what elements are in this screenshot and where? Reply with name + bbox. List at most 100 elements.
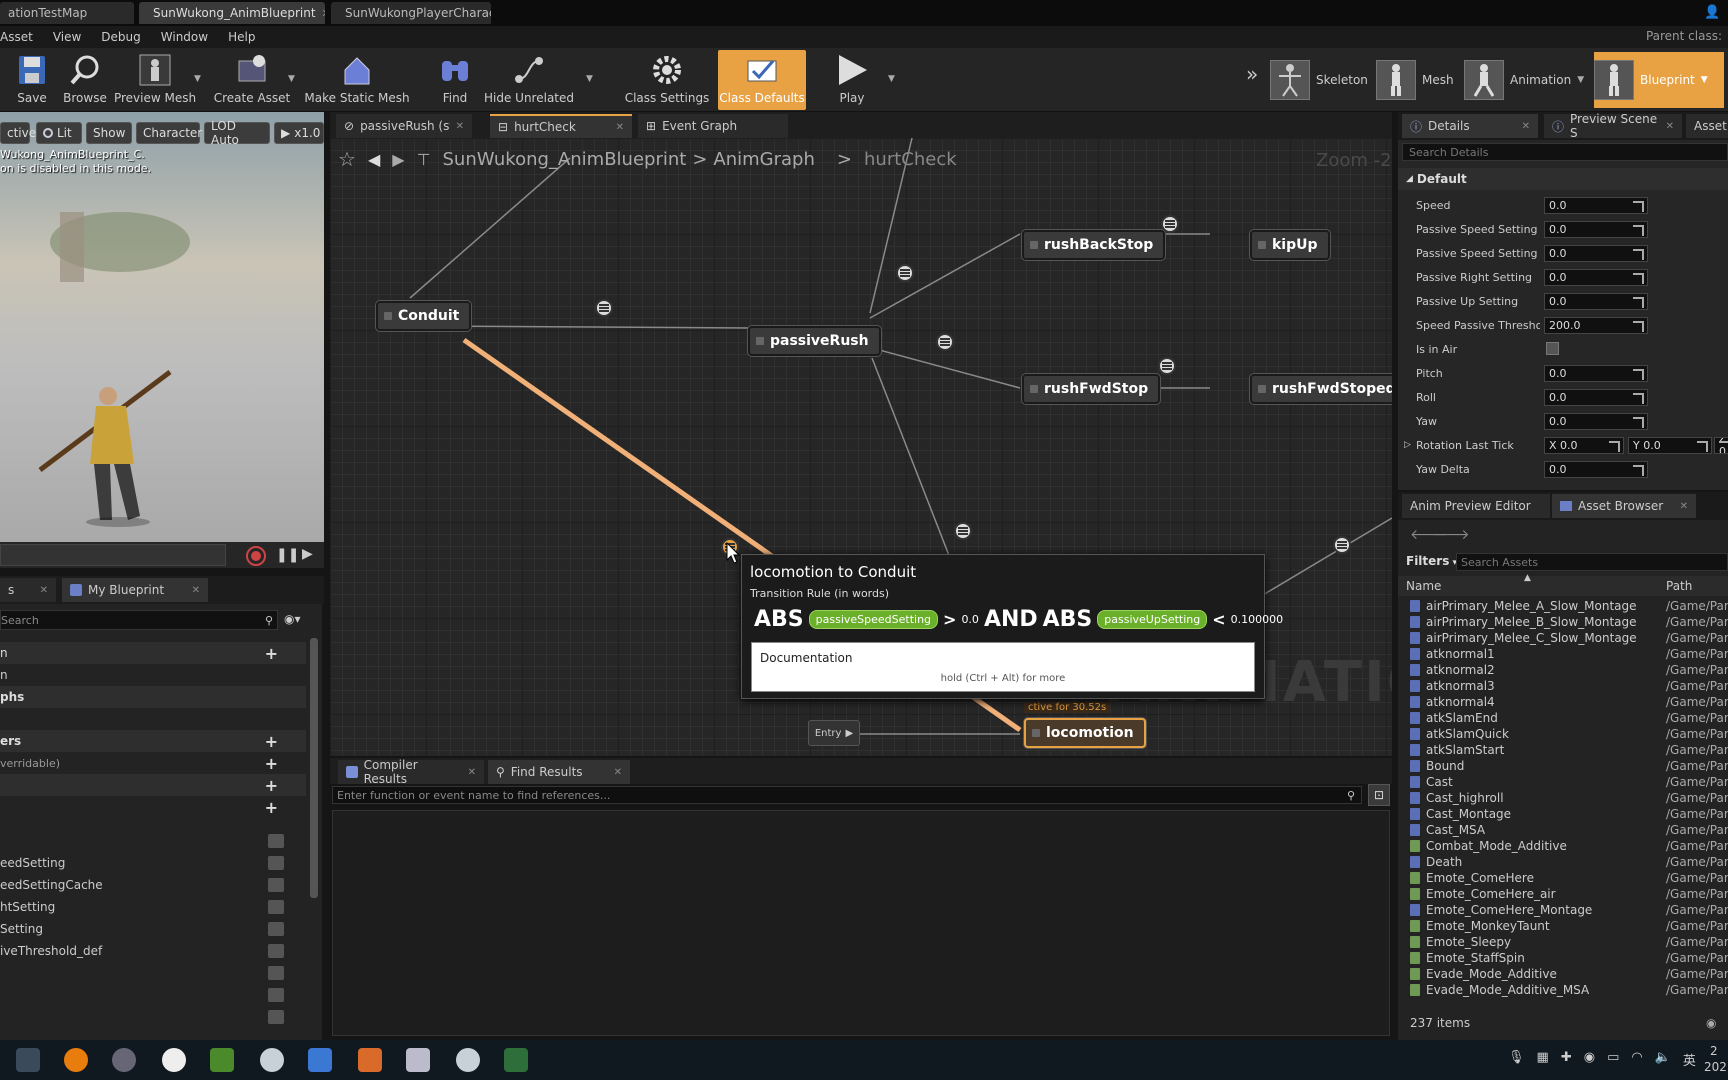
app-icon[interactable] — [456, 1048, 480, 1072]
tab-event-graph[interactable]: ⊞ Event Graph — [638, 114, 788, 138]
star-icon[interactable]: ☆ — [338, 147, 356, 171]
add-icon[interactable]: + — [265, 798, 278, 817]
transition-icon[interactable] — [1158, 357, 1176, 375]
app-icon[interactable] — [112, 1048, 136, 1072]
tab-preview-scene[interactable]: ⓘ Preview Scene S ✕ — [1544, 112, 1682, 140]
asset-row[interactable]: airPrimary_Melee_A_Slow_Montage/Game/Par — [1398, 598, 1728, 614]
viewport-show-button[interactable]: Show — [86, 122, 132, 144]
asset-row[interactable]: Emote_StaffSpin/Game/Par — [1398, 950, 1728, 966]
window-tab-playercharacter[interactable]: SunWukongPlayerCharac — [331, 2, 491, 24]
asset-row[interactable]: atknormal4/Game/Par — [1398, 694, 1728, 710]
variable-row[interactable] — [0, 1006, 306, 1028]
add-icon[interactable]: + — [265, 754, 278, 773]
tab-hurtcheck[interactable]: ⊟ hurtCheck ✕ — [490, 114, 632, 138]
close-icon[interactable]: ✕ — [192, 585, 200, 596]
create-asset-button[interactable]: Create Asset — [214, 50, 290, 110]
entry-node[interactable]: Entry ▶ — [808, 720, 860, 746]
eye-icon[interactable]: ◉ — [1706, 1016, 1716, 1030]
details-search-input[interactable]: Search Details — [1402, 143, 1728, 161]
asset-row[interactable]: Death/Game/Par — [1398, 854, 1728, 870]
asset-row[interactable]: atkSlamStart/Game/Par — [1398, 742, 1728, 758]
state-node-kipup[interactable]: kipUp — [1250, 230, 1330, 260]
transition-icon[interactable] — [1333, 536, 1351, 554]
tab-details[interactable]: ⓘ Details ✕ — [1402, 114, 1538, 138]
mybp-search-input[interactable]: Search ⚲ — [0, 610, 278, 630]
preview-mesh-button[interactable]: Preview Mesh — [114, 50, 196, 110]
play-button[interactable]: Play — [832, 50, 872, 110]
microphone-icon[interactable]: 🎙 — [1508, 1050, 1525, 1069]
asset-row[interactable]: Emote_ComeHere/Game/Par — [1398, 870, 1728, 886]
asset-row[interactable]: Bound/Game/Par — [1398, 758, 1728, 774]
visibility-icon[interactable] — [268, 988, 284, 1002]
window-tab-testmap[interactable]: ationTestMap — [0, 2, 134, 24]
viewport-lod-button[interactable]: LOD Auto — [204, 119, 270, 147]
tray-icon[interactable]: ✚ — [1561, 1050, 1572, 1069]
visibility-icon[interactable] — [268, 900, 284, 914]
blender-icon[interactable] — [64, 1048, 88, 1072]
make-static-mesh-button[interactable]: Make Static Mesh — [304, 50, 410, 110]
rotation-x-input[interactable]: X 0.0 — [1544, 436, 1624, 454]
asset-row[interactable]: airPrimary_Melee_B_Slow_Montage/Game/Par — [1398, 614, 1728, 630]
menu-window[interactable]: Window — [151, 30, 218, 44]
tab-compiler-results[interactable]: Compiler Results ✕ — [338, 758, 484, 786]
asset-search-input[interactable]: Search Assets — [1456, 553, 1728, 571]
state-node-locomotion[interactable]: locomotion — [1024, 718, 1146, 748]
state-node-rushfwdstoped[interactable]: rushFwdStoped — [1250, 374, 1392, 404]
feishu-icon[interactable] — [308, 1048, 332, 1072]
notepad-icon[interactable] — [210, 1048, 234, 1072]
category-row[interactable]: + — [0, 774, 306, 796]
asset-row[interactable]: Cast_MSA/Game/Par — [1398, 822, 1728, 838]
forward-arrow-icon[interactable]: ▶ — [392, 150, 404, 169]
add-icon[interactable]: + — [265, 644, 278, 663]
tray-icon[interactable]: ▦ — [1537, 1050, 1549, 1069]
user-icon[interactable]: 👤 — [1704, 5, 1720, 20]
asset-row[interactable]: atknormal3/Game/Par — [1398, 678, 1728, 694]
property-value-input[interactable]: 0.0 — [1544, 388, 1648, 406]
column-path[interactable]: Path — [1666, 579, 1692, 593]
close-icon[interactable]: ✕ — [456, 121, 464, 132]
state-node-rushbackstop[interactable]: rushBackStop — [1022, 230, 1166, 260]
class-defaults-button[interactable]: Class Defaults — [718, 50, 806, 110]
chevron-down-icon[interactable]: ▼ — [586, 74, 593, 84]
mode-animation[interactable]: Animation ▼ — [1464, 52, 1584, 108]
record-icon[interactable]: ◉ — [1584, 1050, 1595, 1069]
save-button[interactable]: Save — [12, 50, 52, 110]
class-settings-button[interactable]: Class Settings — [625, 50, 709, 110]
category-row[interactable]: + — [0, 796, 306, 818]
asset-row[interactable]: Emote_MonkeyTaunt/Game/Par — [1398, 918, 1728, 934]
property-value-input[interactable]: 0.0 — [1544, 220, 1648, 238]
property-value-input[interactable]: 0.0 — [1544, 412, 1648, 430]
variable-row[interactable] — [0, 830, 306, 852]
tab-find-results[interactable]: ⚲ Find Results ✕ — [488, 760, 630, 784]
menu-help[interactable]: Help — [218, 30, 265, 44]
rotation-y-input[interactable]: Y 0.0 — [1628, 436, 1712, 454]
back-arrow-icon[interactable]: ◀ — [368, 150, 380, 169]
chevron-down-icon[interactable]: ▼ — [194, 74, 201, 84]
close-icon[interactable]: ✕ — [322, 7, 325, 20]
visibility-icon[interactable] — [268, 856, 284, 870]
category-row[interactable]: n — [0, 664, 306, 686]
window-tab-animblueprint[interactable]: SunWukong_AnimBlueprint ✕ — [139, 2, 325, 24]
tab-anim-preview-editor[interactable]: Anim Preview Editor — [1402, 494, 1550, 518]
add-icon[interactable]: + — [265, 732, 278, 751]
close-icon[interactable]: ✕ — [614, 767, 622, 778]
chevron-down-icon[interactable]: ▼ — [288, 74, 295, 84]
transition-icon[interactable] — [896, 264, 914, 282]
find-button[interactable]: Find — [436, 50, 474, 110]
tab-asset[interactable]: Asset ( — [1686, 114, 1728, 138]
mode-blueprint[interactable]: Blueprint ▼ — [1594, 52, 1724, 108]
chevron-down-icon[interactable]: ▼ — [1577, 75, 1584, 85]
chevron-down-icon[interactable]: ▼ — [888, 74, 895, 84]
asset-row[interactable]: atknormal1/Game/Par — [1398, 646, 1728, 662]
forward-arrow-icon[interactable]: 🡒 — [1432, 526, 1470, 543]
transition-icon[interactable] — [1161, 215, 1179, 233]
asset-row[interactable]: airPrimary_Melee_C_Slow_Montage/Game/Par — [1398, 630, 1728, 646]
viewport-perspective-button[interactable]: ctive — [0, 122, 36, 144]
record-button[interactable] — [246, 546, 266, 566]
input-language[interactable]: 英 — [1683, 1050, 1696, 1069]
category-row[interactable]: verridable) + — [0, 752, 306, 774]
browse-button[interactable]: Browse — [62, 50, 108, 110]
tab-passiverush[interactable]: ⊘ passiveRush (state ✕ — [336, 114, 472, 138]
close-icon[interactable]: ✕ — [1680, 501, 1688, 512]
visibility-icon[interactable] — [268, 944, 284, 958]
